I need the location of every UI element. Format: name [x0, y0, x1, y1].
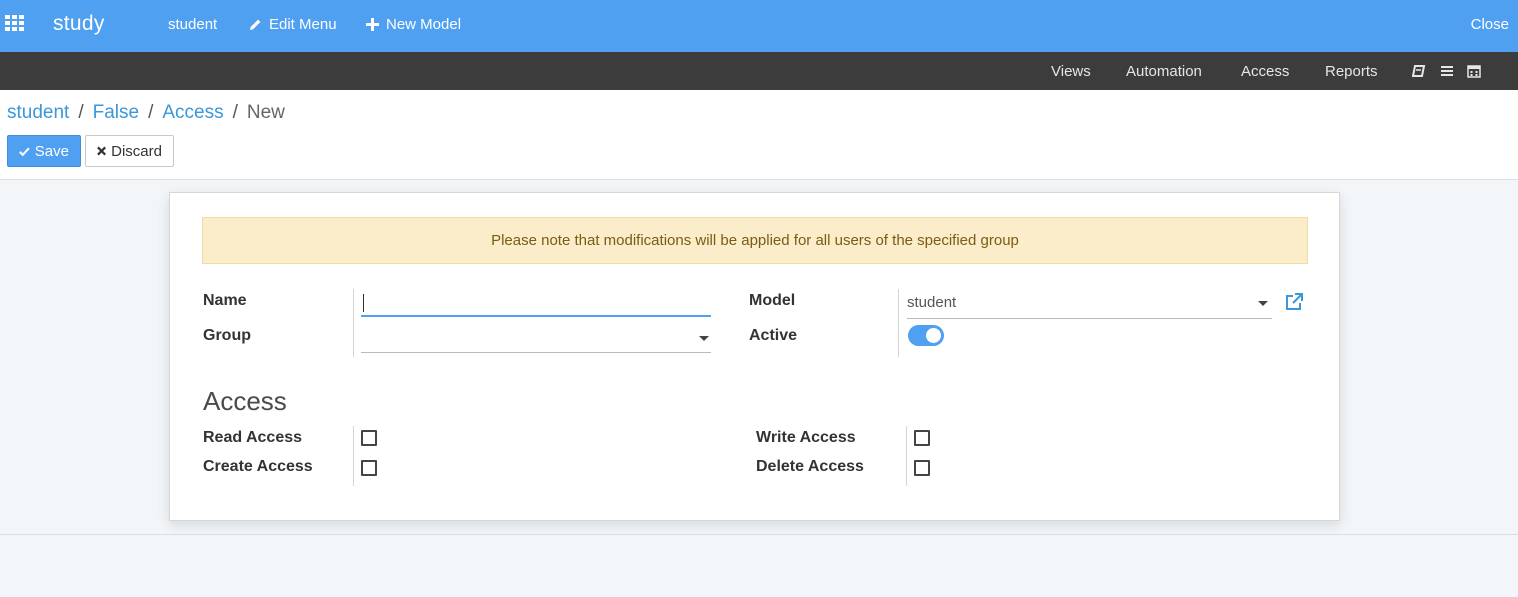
save-button[interactable]: Save [7, 135, 81, 167]
new-model-label: New Model [386, 16, 462, 33]
label-divider [353, 426, 354, 486]
pencil-icon [250, 19, 261, 30]
breadcrumb-current: New [246, 102, 285, 123]
label-divider [353, 289, 354, 357]
close-button[interactable]: Close [1471, 16, 1509, 33]
chevron-down-icon[interactable] [1258, 301, 1268, 306]
breadcrumb-separator: / [148, 102, 154, 123]
name-input[interactable] [361, 290, 711, 317]
studio-subbar: Views Automation Access Reports [0, 52, 1518, 90]
tab-automation[interactable]: Automation [1126, 63, 1202, 80]
write-access-label: Write Access [756, 429, 856, 446]
model-underline [907, 318, 1272, 319]
edit-menu-button[interactable]: Edit Menu [249, 16, 337, 33]
menu-student[interactable]: student [168, 16, 217, 33]
content-divider [0, 534, 1518, 535]
delete-access-label: Delete Access [756, 458, 864, 475]
menu-student-label: student [168, 16, 218, 33]
read-access-checkbox[interactable] [361, 430, 377, 446]
active-toggle[interactable] [908, 325, 944, 346]
form-sheet: Please note that modifications will be a… [169, 192, 1340, 521]
name-label: Name [203, 292, 247, 309]
plus-icon [366, 18, 379, 31]
breadcrumb-access[interactable]: Access [162, 102, 223, 123]
group-select[interactable] [361, 324, 711, 353]
text-caret [363, 294, 364, 312]
breadcrumb: student / False / Access / New [7, 102, 285, 124]
calendar-icon[interactable] [1466, 63, 1482, 79]
new-model-button[interactable]: New Model [366, 16, 461, 33]
tab-access[interactable]: Access [1241, 63, 1289, 80]
model-label: Model [749, 292, 796, 309]
discard-button[interactable]: Discard [85, 135, 174, 167]
write-access-checkbox[interactable] [914, 430, 930, 446]
create-access-checkbox[interactable] [361, 460, 377, 476]
apps-grid-icon[interactable] [5, 15, 25, 33]
active-label: Active [749, 327, 798, 344]
breadcrumb-false[interactable]: False [93, 102, 139, 123]
book-icon[interactable] [1412, 63, 1428, 79]
tab-reports[interactable]: Reports [1325, 63, 1378, 80]
top-navbar: study student Edit Menu New Model Close [0, 0, 1518, 52]
edit-menu-label: Edit Menu [269, 16, 337, 33]
list-icon[interactable] [1439, 63, 1455, 79]
toggle-knob [926, 328, 941, 343]
tab-views[interactable]: Views [1051, 63, 1091, 80]
model-select[interactable]: student [907, 294, 956, 311]
warning-alert: Please note that modifications will be a… [202, 217, 1308, 264]
breadcrumb-separator: / [232, 102, 238, 123]
external-link-icon[interactable] [1284, 292, 1304, 312]
group-label: Group [203, 327, 251, 344]
delete-access-checkbox[interactable] [914, 460, 930, 476]
read-access-label: Read Access [203, 429, 303, 446]
breadcrumb-separator: / [78, 102, 84, 123]
close-icon [97, 146, 107, 156]
label-divider [906, 426, 907, 486]
discard-label: Discard [111, 142, 162, 160]
breadcrumb-student[interactable]: student [7, 102, 69, 123]
check-icon [19, 146, 30, 156]
control-panel: student / False / Access / New Save Discard [0, 90, 1518, 180]
label-divider [898, 289, 899, 357]
group-underline [361, 352, 711, 353]
create-access-label: Create Access [203, 458, 313, 475]
chevron-down-icon[interactable] [699, 336, 709, 341]
save-label: Save [34, 142, 69, 160]
app-name[interactable]: study [53, 12, 105, 36]
access-section-title: Access [203, 386, 287, 416]
